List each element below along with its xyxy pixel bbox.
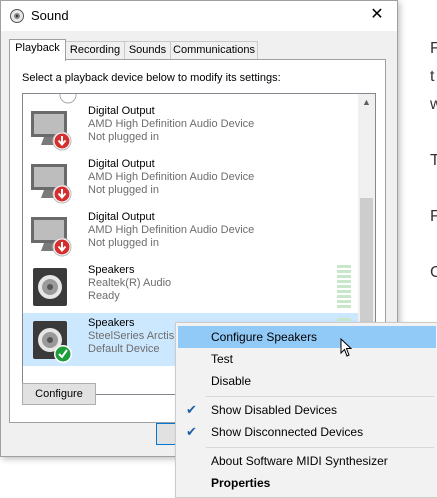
device-status: Default Device: [88, 343, 160, 355]
device-item-digital-output-1[interactable]: Digital Output AMD High Definition Audio…: [23, 101, 358, 154]
close-icon: ✕: [370, 6, 384, 23]
close-button[interactable]: ✕: [357, 1, 397, 31]
monitor-icon: [31, 164, 72, 204]
menu-item-label: Disable: [211, 374, 252, 388]
sound-icon: [10, 9, 24, 23]
device-name: Speakers: [88, 317, 135, 329]
device-status: Not plugged in: [88, 131, 159, 143]
background-text-1: F: [430, 40, 437, 57]
tab-recording[interactable]: Recording: [65, 41, 125, 60]
background-text-4: T: [430, 152, 437, 169]
menu-item-configure-speakers[interactable]: Configure Speakers: [178, 326, 436, 357]
device-driver: Realtek(R) Audio: [88, 277, 172, 289]
device-name: Digital Output: [88, 105, 155, 117]
device-status: Not plugged in: [88, 237, 159, 249]
menu-item-label: Properties: [211, 476, 271, 490]
menu-item-show-disabled-devices[interactable]: ✔ Show Disabled Devices: [178, 399, 436, 421]
monitor-icon: [31, 111, 72, 151]
list-item-partial[interactable]: [23, 94, 358, 104]
tab-playback[interactable]: Playback: [9, 39, 66, 61]
device-driver: SteelSeries Arctis: [88, 330, 175, 342]
tab-sounds[interactable]: Sounds: [124, 41, 171, 60]
menu-item-test[interactable]: Test: [178, 348, 436, 370]
checkmark-icon: ✔: [186, 424, 197, 439]
speaker-icon: [33, 268, 67, 306]
instruction-text: Select a playback device below to modify…: [22, 72, 281, 84]
menu-item-properties[interactable]: Properties: [178, 472, 436, 494]
device-driver: AMD High Definition Audio Device: [88, 118, 255, 130]
menu-item-label: Show Disabled Devices: [211, 403, 338, 417]
device-driver: AMD High Definition Audio Device: [88, 171, 255, 183]
device-driver: AMD High Definition Audio Device: [88, 224, 255, 236]
scroll-up-arrow-icon[interactable]: ▲: [358, 94, 375, 111]
menu-item-label: About Software MIDI Synthesizer: [211, 454, 388, 468]
device-item-speakers-realtek[interactable]: Speakers Realtek(R) Audio Ready: [23, 260, 358, 313]
menu-item-show-disconnected-devices[interactable]: ✔ Show Disconnected Devices: [178, 421, 436, 443]
device-name: Digital Output: [88, 211, 155, 223]
device-item-digital-output-2[interactable]: Digital Output AMD High Definition Audio…: [23, 154, 358, 207]
speaker-icon: [33, 321, 72, 363]
menu-separator: [206, 447, 434, 448]
title-bar[interactable]: Sound ✕: [1, 1, 397, 31]
background-text-2: t: [430, 68, 435, 85]
menu-item-label: Configure Speakers: [211, 330, 318, 344]
device-name: Speakers: [88, 264, 135, 276]
background-text-5: F: [430, 208, 437, 225]
menu-item-label: Test: [211, 352, 234, 366]
device-item-digital-output-3[interactable]: Digital Output AMD High Definition Audio…: [23, 207, 358, 260]
checkmark-icon: ✔: [186, 402, 197, 417]
device-name: Digital Output: [88, 158, 155, 170]
volume-meter: [337, 265, 351, 308]
context-menu: Configure Speakers Test Disable ✔ Show D…: [175, 322, 437, 498]
monitor-icon: [31, 217, 72, 257]
menu-separator: [206, 396, 434, 397]
menu-item-label: Show Disconnected Devices: [211, 425, 364, 439]
background-text-3: w: [430, 96, 437, 113]
tab-communications[interactable]: Communications: [170, 41, 258, 60]
window-title: Sound: [31, 8, 69, 23]
device-status: Not plugged in: [88, 184, 159, 196]
menu-item-disable[interactable]: Disable: [178, 370, 436, 392]
background-text-6: C: [430, 264, 437, 281]
configure-button[interactable]: Configure: [22, 383, 96, 405]
menu-item-about-midi[interactable]: About Software MIDI Synthesizer: [178, 450, 436, 472]
device-status: Ready: [88, 290, 120, 302]
